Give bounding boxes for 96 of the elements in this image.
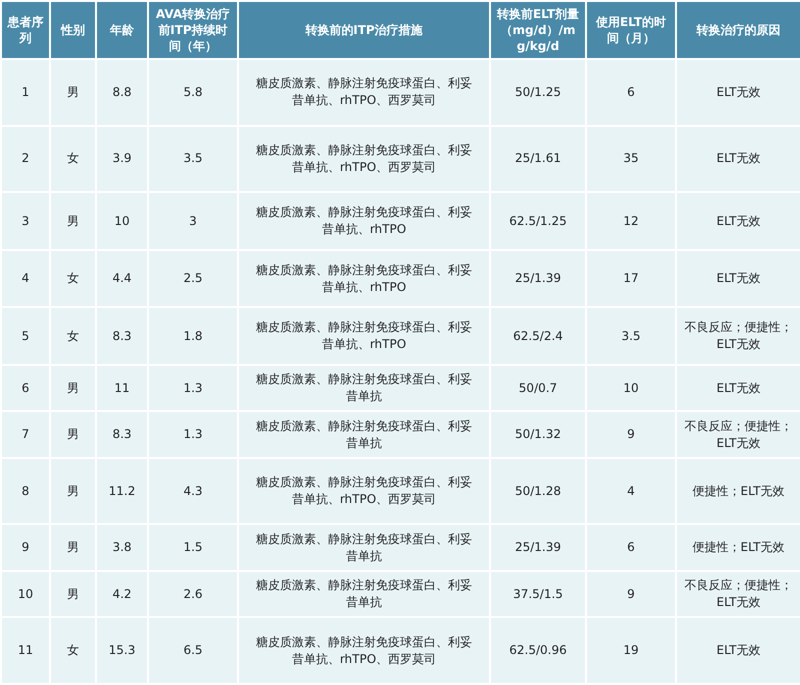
table-cell: 6: [586, 59, 676, 126]
table-cell: 糖皮质激素、静脉注射免疫球蛋白、利妥昔单抗、rhTPO、西罗莫司: [238, 126, 490, 192]
table-cell: 3: [1, 192, 50, 250]
table-cell: 25/1.61: [490, 126, 586, 192]
table-cell: 糖皮质激素、静脉注射免疫球蛋白、利妥昔单抗: [238, 570, 490, 618]
table-cell: 8.3: [96, 307, 148, 365]
table-cell: 4.2: [96, 570, 148, 618]
table-cell: 8.3: [96, 411, 148, 458]
table-cell: 50/1.25: [490, 59, 586, 126]
table-cell: 11: [96, 364, 148, 412]
table-cell: 2: [1, 126, 50, 192]
column-header: 患者序列: [1, 1, 50, 59]
table-cell: 9: [1, 524, 50, 571]
table-cell: ELT无效: [676, 126, 800, 192]
table-cell: 3.9: [96, 126, 148, 192]
table-cell: ELT无效: [676, 192, 800, 250]
column-header: AVA转换治疗前ITP持续时间（年）: [148, 1, 238, 59]
table-cell: 62.5/2.4: [490, 307, 586, 365]
table-cell: 不良反应；便捷性；ELT无效: [676, 570, 800, 618]
column-header: 年龄: [96, 1, 148, 59]
table-cell: 糖皮质激素、静脉注射免疫球蛋白、利妥昔单抗、rhTPO: [238, 192, 490, 250]
table-cell: 糖皮质激素、静脉注射免疫球蛋白、利妥昔单抗、rhTPO: [238, 250, 490, 308]
table-cell: 男: [50, 411, 96, 458]
table-cell: 11.2: [96, 458, 148, 524]
table-cell: 糖皮质激素、静脉注射免疫球蛋白、利妥昔单抗、rhTPO、西罗莫司: [238, 617, 490, 684]
column-header: 转换前的ITP治疗措施: [238, 1, 490, 59]
table-cell: 4.3: [148, 458, 238, 524]
table-cell: 11: [1, 617, 50, 684]
table-cell: 男: [50, 59, 96, 126]
table-cell: 4.4: [96, 250, 148, 308]
table-cell: 1.3: [148, 364, 238, 412]
table-cell: 4: [586, 458, 676, 524]
table-cell: 9: [586, 411, 676, 458]
table-cell: 5: [1, 307, 50, 365]
table-cell: 62.5/0.96: [490, 617, 586, 684]
table-cell: 62.5/1.25: [490, 192, 586, 250]
table-cell: 8: [1, 458, 50, 524]
column-header: 性别: [50, 1, 96, 59]
table-cell: 女: [50, 126, 96, 192]
table-cell: 10: [96, 192, 148, 250]
table-cell: 女: [50, 307, 96, 365]
table-cell: ELT无效: [676, 59, 800, 126]
table-cell: 3.8: [96, 524, 148, 571]
column-header: 转换前ELT剂量（mg/d）/mg/kg/d: [490, 1, 586, 59]
table-cell: 6: [1, 364, 50, 412]
table-cell: 37.5/1.5: [490, 570, 586, 618]
table-cell: 男: [50, 192, 96, 250]
table-cell: 1.8: [148, 307, 238, 365]
table-cell: 男: [50, 364, 96, 412]
table-cell: 17: [586, 250, 676, 308]
table-cell: 9: [586, 570, 676, 618]
column-header: 使用ELT的时间（月）: [586, 1, 676, 59]
table-cell: 19: [586, 617, 676, 684]
table-cell: 3.5: [148, 126, 238, 192]
table-cell: 10: [1, 570, 50, 618]
table-cell: 12: [586, 192, 676, 250]
table-cell: 男: [50, 524, 96, 571]
table-cell: 7: [1, 411, 50, 458]
table-cell: 2.5: [148, 250, 238, 308]
table-cell: 女: [50, 617, 96, 684]
table-cell: 便捷性；ELT无效: [676, 524, 800, 571]
table-cell: 15.3: [96, 617, 148, 684]
column-header: 转换治疗的原因: [676, 1, 800, 59]
table-cell: ELT无效: [676, 250, 800, 308]
table-cell: 50/1.28: [490, 458, 586, 524]
table-cell: 不良反应；便捷性；ELT无效: [676, 307, 800, 365]
table-cell: 便捷性；ELT无效: [676, 458, 800, 524]
table-cell: 5.8: [148, 59, 238, 126]
table-cell: 6: [586, 524, 676, 571]
table-cell: 2.6: [148, 570, 238, 618]
table-cell: 10: [586, 364, 676, 412]
table-cell: 女: [50, 250, 96, 308]
table-cell: 8.8: [96, 59, 148, 126]
table-cell: 25/1.39: [490, 250, 586, 308]
table-cell: 25/1.39: [490, 524, 586, 571]
table-cell: 35: [586, 126, 676, 192]
table-cell: ELT无效: [676, 617, 800, 684]
table-cell: 糖皮质激素、静脉注射免疫球蛋白、利妥昔单抗、rhTPO、西罗莫司: [238, 59, 490, 126]
table-cell: 糖皮质激素、静脉注射免疫球蛋白、利妥昔单抗: [238, 524, 490, 571]
table-cell: 1: [1, 59, 50, 126]
table-cell: 不良反应；便捷性；ELT无效: [676, 411, 800, 458]
table-cell: 糖皮质激素、静脉注射免疫球蛋白、利妥昔单抗、rhTPO: [238, 307, 490, 365]
table-cell: 男: [50, 458, 96, 524]
table-cell: 糖皮质激素、静脉注射免疫球蛋白、利妥昔单抗: [238, 411, 490, 458]
table-cell: 50/1.32: [490, 411, 586, 458]
table-cell: 1.3: [148, 411, 238, 458]
table-cell: 50/0.7: [490, 364, 586, 412]
table-cell: 糖皮质激素、静脉注射免疫球蛋白、利妥昔单抗、rhTPO、西罗莫司: [238, 458, 490, 524]
table-cell: ELT无效: [676, 364, 800, 412]
table-cell: 3.5: [586, 307, 676, 365]
table-cell: 糖皮质激素、静脉注射免疫球蛋白、利妥昔单抗: [238, 364, 490, 412]
table-cell: 4: [1, 250, 50, 308]
table-cell: 1.5: [148, 524, 238, 571]
table-cell: 男: [50, 570, 96, 618]
table-cell: 3: [148, 192, 238, 250]
table-cell: 6.5: [148, 617, 238, 684]
